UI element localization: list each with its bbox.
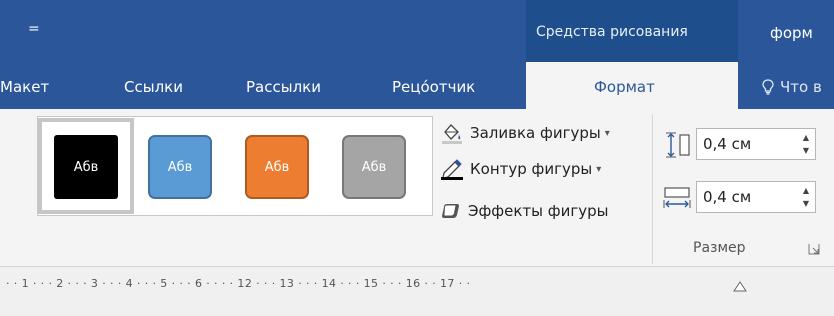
lightbulb-icon (762, 79, 774, 95)
shape-height-row: 0,4 см ▲ ▼ (662, 128, 822, 162)
chevron-down-icon: ▾ (604, 127, 610, 139)
tell-me-search[interactable]: Что в (762, 78, 822, 96)
context-group-label: Средства рисования (536, 24, 688, 40)
shape-effects-label: Эффекты фигуры (468, 202, 609, 220)
tab-format-label: Формат (594, 78, 655, 96)
shape-fill-label: Заливка фигуры (470, 124, 601, 142)
swatch-label: Абв (361, 159, 387, 175)
shape-style-swatch-blue[interactable]: Абв (148, 135, 212, 199)
group-separator (652, 114, 653, 264)
tab-mailings[interactable]: Рассылки (246, 78, 321, 96)
context-tab-format-truncated[interactable]: форм (770, 24, 813, 42)
swatch-label: Абв (264, 159, 290, 175)
tab-references[interactable]: Ссылки (124, 78, 183, 96)
shape-effects-button[interactable]: Эффекты фигуры (440, 198, 608, 224)
tab-layout[interactable]: Макет (0, 78, 49, 96)
shape-height-value: 0,4 см (703, 135, 752, 153)
shape-width-value: 0,4 см (703, 188, 752, 206)
spin-up-arrow-icon[interactable]: ▲ (803, 186, 809, 195)
spin-up-arrow-icon[interactable]: ▲ (803, 133, 809, 142)
pen-outline-icon (441, 159, 463, 180)
tell-me-label: Что в (780, 78, 822, 96)
shape-outline-button[interactable]: Контур фигуры ▾ (440, 156, 601, 182)
shape-effects-icon (442, 204, 459, 218)
shape-width-row: 0,4 см ▲ ▼ (662, 181, 822, 215)
spin-down-arrow-icon[interactable]: ▼ (803, 146, 809, 155)
tab-review[interactable]: Рецо́отчик (392, 78, 475, 96)
shape-width-icon (663, 187, 691, 208)
shape-width-spinner[interactable]: 0,4 см ▲ ▼ (696, 181, 816, 213)
shape-style-swatch-gray[interactable]: Абв (342, 135, 406, 199)
shape-height-icon (666, 132, 690, 158)
shape-outline-label: Контур фигуры (470, 160, 593, 178)
horizontal-ruler (0, 268, 834, 316)
shape-fill-button[interactable]: Заливка фигуры ▾ (440, 120, 610, 146)
size-group-label: Размер (693, 240, 746, 256)
spin-down-arrow-icon[interactable]: ▼ (803, 199, 809, 208)
swatch-label: Абв (73, 159, 99, 175)
ruler-scale: · · 1 · · · 2 · · · 3 · · · 4 · · · 5 · … (6, 277, 471, 290)
swatch-label: Абв (167, 159, 193, 175)
dialog-launcher-icon[interactable] (808, 243, 820, 255)
indent-marker-icon[interactable] (733, 278, 747, 292)
chevron-down-icon: ▾ (596, 163, 602, 175)
shape-height-spinner[interactable]: 0,4 см ▲ ▼ (696, 128, 816, 160)
quick-access-customize-icon[interactable]: = (28, 22, 40, 36)
shape-style-swatch-orange[interactable]: Абв (245, 135, 309, 199)
paint-bucket-icon (442, 124, 462, 144)
shape-style-swatch-black[interactable]: Абв (54, 135, 118, 199)
